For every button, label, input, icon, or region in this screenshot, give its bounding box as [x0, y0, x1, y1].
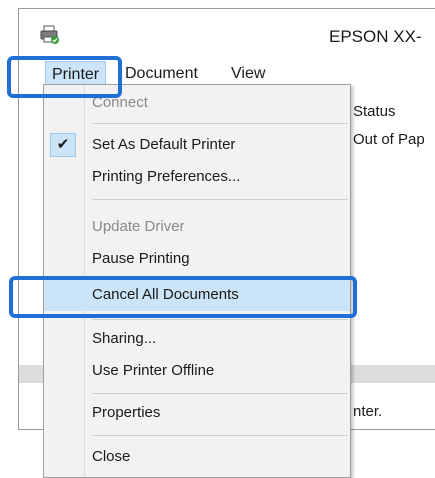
menu-item-close[interactable]: Close: [44, 441, 350, 473]
checkmark-icon: ✔: [50, 133, 76, 157]
menu-item-label: Printing Preferences...: [92, 168, 241, 185]
menu-item-sharing[interactable]: Sharing...: [44, 323, 350, 355]
printer-icon: [39, 25, 61, 45]
menu-item-label: Properties: [92, 404, 161, 421]
menu-item-set-default-printer[interactable]: ✔ Set As Default Printer: [44, 129, 350, 161]
status-cell: Out of Pap: [353, 131, 425, 148]
title-bar: EPSON XX-: [19, 9, 435, 57]
menu-item-label: Cancel All Documents: [92, 286, 239, 303]
menu-item-label: Set As Default Printer: [92, 136, 236, 153]
printer-menu-dropdown: Connect ✔ Set As Default Printer Printin…: [43, 84, 351, 478]
menu-item-label: Close: [92, 448, 131, 465]
menu-separator: [92, 199, 348, 200]
menu-item-use-printer-offline[interactable]: Use Printer Offline: [44, 355, 350, 387]
menu-item-cancel-all-documents[interactable]: Cancel All Documents: [44, 279, 350, 311]
status-bar-text: nter.: [353, 403, 383, 420]
menu-item-label: Update Driver: [92, 218, 185, 235]
menu-item-connect[interactable]: Connect: [44, 87, 350, 119]
menu-item-label: Connect: [92, 94, 148, 111]
menu-separator: [92, 319, 348, 320]
menu-item-label: Pause Printing: [92, 250, 190, 267]
menu-item-pause-printing[interactable]: Pause Printing: [44, 243, 350, 275]
menu-separator: [92, 393, 348, 394]
menu-separator: [92, 123, 348, 124]
menu-item-label: Use Printer Offline: [92, 362, 215, 379]
menu-item-label: Sharing...: [92, 330, 157, 347]
window-title: EPSON XX-: [329, 27, 422, 46]
column-header-status[interactable]: Status: [353, 103, 396, 120]
menu-item-update-driver[interactable]: Update Driver: [44, 211, 350, 243]
menu-separator: [92, 435, 348, 436]
menu-item-printing-preferences[interactable]: Printing Preferences...: [44, 161, 350, 193]
menu-item-properties[interactable]: Properties: [44, 397, 350, 429]
